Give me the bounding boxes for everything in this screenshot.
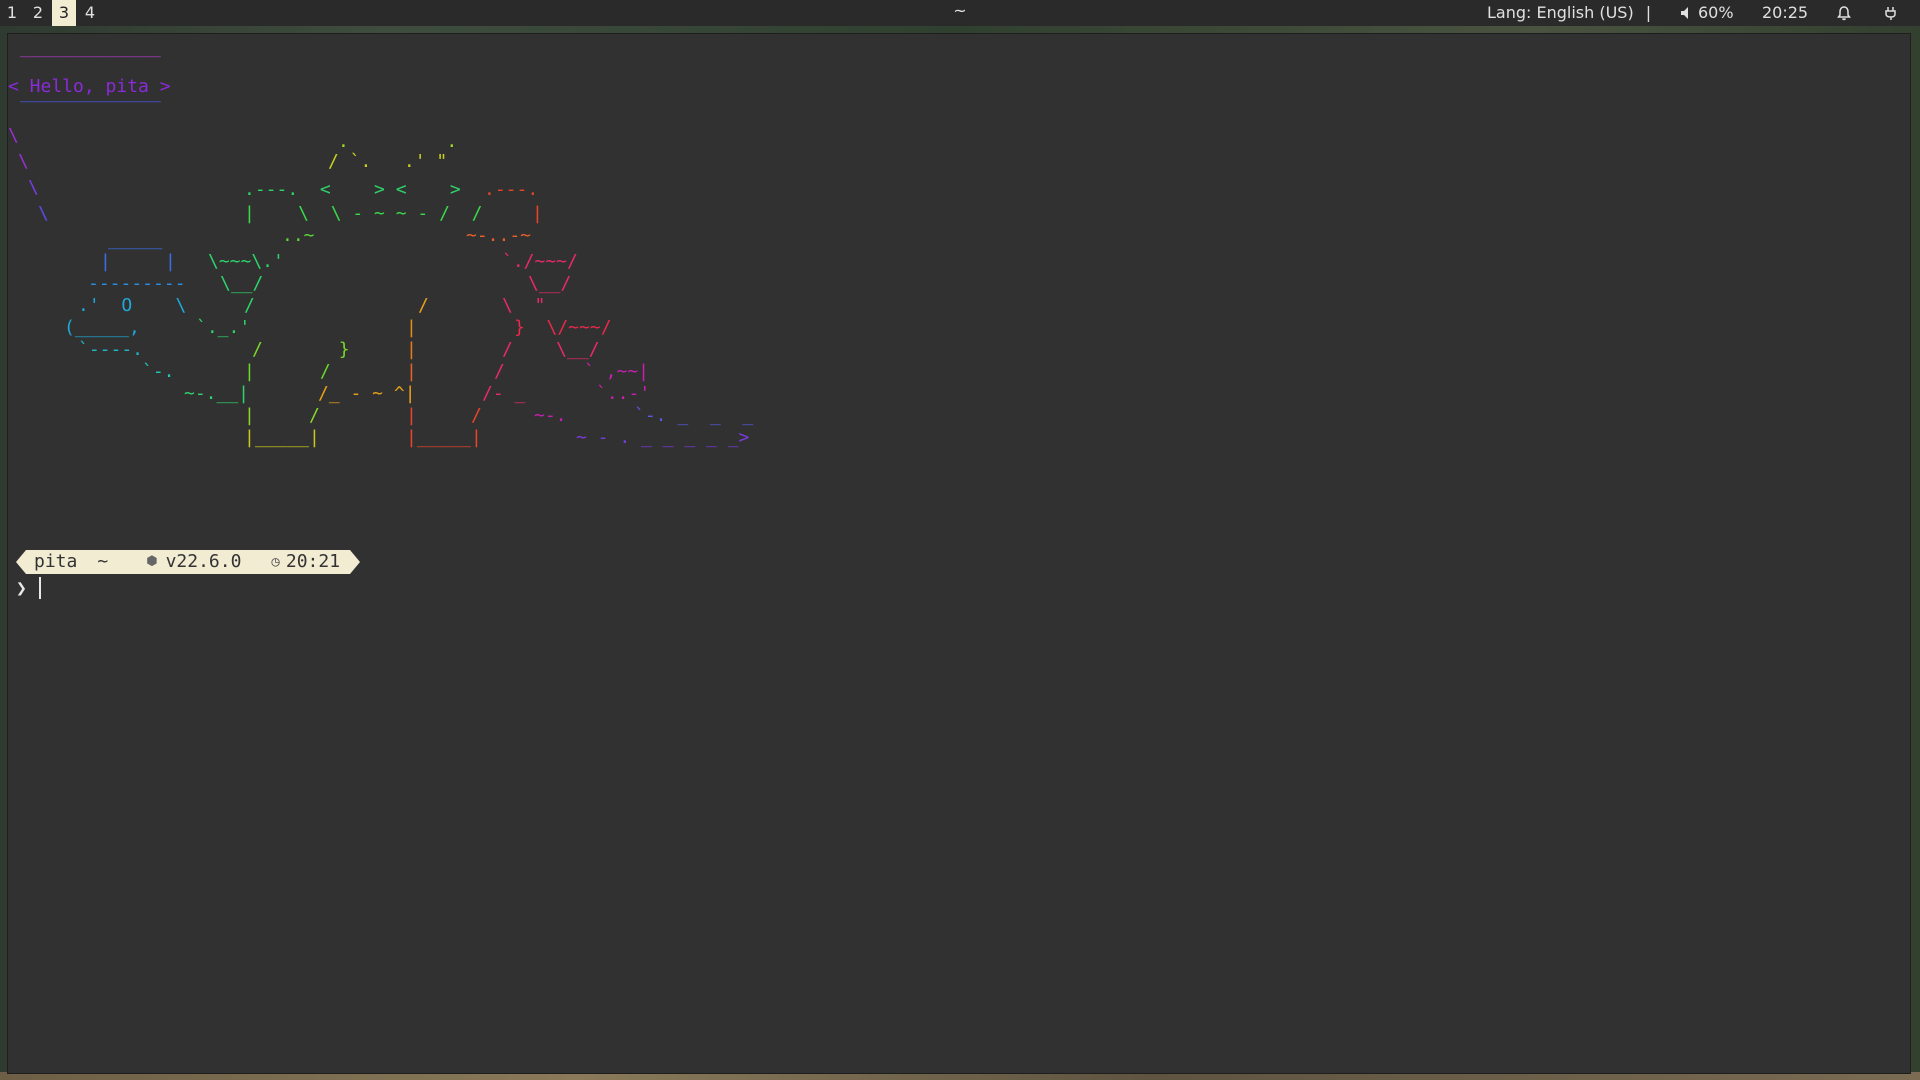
bell-icon — [1837, 6, 1851, 21]
volume-level: 60% — [1698, 3, 1734, 22]
notifications-button[interactable] — [1836, 0, 1852, 26]
greeting-border-top: ‾‾‾‾‾‾‾‾‾‾‾‾‾ — [20, 54, 161, 75]
prompt-directory: ~ — [89, 550, 139, 574]
prompt-time: 20:21 — [285, 550, 351, 574]
command-input[interactable]: ❯ — [16, 576, 41, 600]
ascii-art: /- _ — [482, 383, 526, 404]
workspace-3[interactable]: 3 — [52, 0, 76, 26]
ascii-art: `-. — [142, 361, 175, 382]
ascii-art: ` ,~~| — [584, 361, 650, 382]
ascii-art: / } — [252, 339, 350, 360]
ascii-art: ~ - . _ _ _ _ _> — [576, 427, 750, 448]
ascii-art: } \/~~~/ — [514, 317, 612, 338]
ascii-art: _____ — [108, 229, 163, 250]
ascii-art: ~-.__| — [184, 383, 250, 404]
ascii-art: | / — [244, 405, 320, 426]
ascii-art: | \ \ - ~ ~ - / / — [244, 203, 526, 224]
keyboard-layout[interactable]: Lang: English (US) | — [1487, 0, 1651, 26]
clock-time: 20:25 — [1762, 3, 1809, 22]
clock[interactable]: 20:25 — [1762, 0, 1808, 26]
prompt-user: pita — [26, 550, 90, 574]
ascii-art: \~~~\.' — [208, 251, 284, 272]
ascii-art: / \__/ — [502, 339, 600, 360]
speaker-icon — [1681, 7, 1688, 19]
ascii-art: / — [244, 295, 255, 316]
bubble-tail: \ — [28, 177, 39, 198]
ascii-art: | — [406, 317, 417, 338]
ascii-art: `./~~~/ — [502, 251, 578, 272]
workspace-4[interactable]: 4 — [78, 0, 102, 26]
prompt-symbol: ❯ — [16, 577, 27, 599]
ascii-art: `----. — [78, 339, 144, 360]
ascii-art: | / — [406, 405, 482, 426]
workspace-1[interactable]: 1 — [0, 0, 24, 26]
ascii-art: | | — [100, 251, 176, 272]
ascii-art: `._.' — [196, 317, 251, 338]
prompt-cap-right — [350, 550, 361, 574]
ascii-art: \__/ — [528, 273, 572, 294]
terminal-window[interactable]: ‾‾‾‾‾‾‾‾‾‾‾‾‾ < Hello, pita > ‾‾‾‾‾‾‾‾‾‾… — [7, 33, 1911, 1074]
ascii-art: .' O \ — [78, 295, 187, 316]
top-bar: 1 2 3 4 ~ Lang: English (US) | 60% 20:25 — [0, 0, 1920, 26]
bubble-tail: \ — [38, 203, 49, 224]
greeting-border-bottom: ‾‾‾‾‾‾‾‾‾‾‾‾‾ — [20, 99, 161, 120]
clock-icon: ◷ — [271, 550, 286, 574]
text-cursor — [38, 577, 41, 599]
ascii-art: | — [532, 203, 543, 224]
ascii-art: / `. .' " — [328, 151, 448, 172]
ascii-art: ~-..-~ — [466, 225, 532, 246]
ascii-art: ..~ — [282, 225, 315, 246]
ascii-art: `..-' — [596, 383, 651, 404]
prompt-cap-left — [16, 550, 26, 574]
ascii-art: . . — [338, 131, 458, 152]
prompt-node-version: v22.6.0 — [161, 550, 272, 574]
ascii-art: / — [494, 361, 505, 382]
bubble-tail: \ — [8, 125, 19, 146]
ascii-art: \__/ — [220, 273, 264, 294]
node-icon: ⬢ — [138, 550, 162, 574]
bubble-tail: \ — [18, 151, 29, 172]
power-button[interactable] — [1883, 0, 1899, 26]
ascii-art: .---. — [484, 179, 539, 200]
ascii-art: (_____, — [64, 317, 140, 338]
ascii-art: .---. < > < > — [244, 179, 483, 200]
shell-prompt: pita ~ ⬢ v22.6.0 ◷ 20:21 — [16, 550, 361, 574]
ascii-art: `-. _ _ _ — [634, 405, 754, 426]
greeting-text: < Hello, pita > — [8, 76, 171, 97]
ascii-art: /_ - ~ ^| — [318, 383, 416, 404]
lang-label: Lang: English (US) — [1487, 3, 1634, 22]
ascii-art: | — [406, 339, 417, 360]
power-plug-icon — [1885, 7, 1896, 20]
ascii-art: |_____| — [244, 427, 320, 448]
volume-indicator[interactable]: 60% — [1680, 0, 1734, 26]
ascii-art: \ " — [502, 295, 546, 316]
ascii-art: |_____| — [406, 427, 482, 448]
ascii-art: | / — [244, 361, 331, 382]
workspace-2[interactable]: 2 — [26, 0, 50, 26]
ascii-art: --------- — [88, 273, 186, 294]
status-separator: | — [1645, 3, 1652, 22]
ascii-art: ~-. — [534, 405, 567, 426]
ascii-art: / — [418, 295, 429, 316]
ascii-art: | — [406, 361, 417, 382]
